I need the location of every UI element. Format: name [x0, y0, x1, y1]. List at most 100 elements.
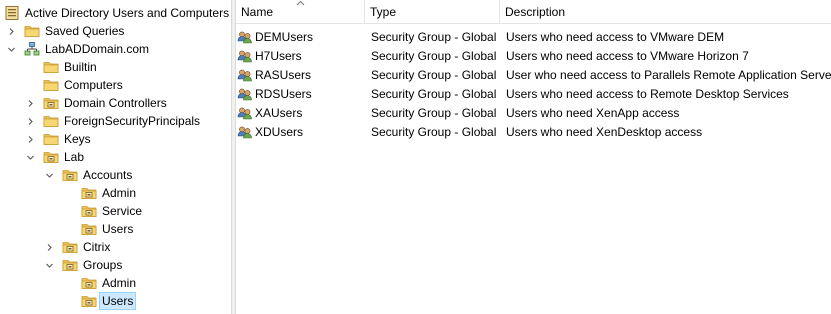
ou-icon: [81, 185, 97, 201]
tree-item-citrix[interactable]: Citrix: [62, 238, 112, 256]
tree-item-computers[interactable]: Computers: [43, 76, 125, 94]
group-name: XAUsers: [255, 106, 303, 120]
group-icon: [237, 87, 253, 103]
tree-item-label: Groups: [83, 258, 123, 272]
ou-icon: [43, 149, 59, 165]
ou-icon: [62, 167, 78, 183]
group-icon: [237, 106, 253, 122]
column-header-name-label: Name: [241, 5, 274, 19]
list-item[interactable]: RDSUsers Security Group - Global Users who…: [236, 85, 831, 104]
console-tree: Active Directory Users and Computers Sav…: [0, 0, 231, 314]
cell-description: User who need access to Parallels Remote…: [506, 68, 831, 82]
cell-type: Security Group - Global: [371, 49, 497, 63]
tree-item-label: Lab: [64, 150, 85, 164]
chevron-right-icon[interactable]: [26, 99, 35, 108]
cell-type: Security Group - Global: [371, 125, 497, 139]
chevron-right-icon[interactable]: [7, 27, 16, 36]
column-header-description[interactable]: Description: [500, 0, 831, 24]
tree-item-accounts-admin[interactable]: Admin: [81, 184, 138, 202]
tree-item-label: Users: [102, 222, 134, 236]
cell-type: Security Group - Global: [371, 106, 497, 120]
tree-item-label: Computers: [64, 78, 123, 92]
group-name: DEMUsers: [255, 30, 314, 44]
tree-item-label: Saved Queries: [45, 24, 125, 38]
sort-ascending-icon: [296, 0, 305, 6]
cell-description: Users who need access to Remote Desktop …: [506, 87, 789, 101]
cell-description: Users who need access to VMware Horizon …: [506, 49, 749, 63]
chevron-right-icon[interactable]: [45, 243, 54, 252]
folder-icon: [24, 23, 40, 39]
group-icon: [237, 68, 253, 84]
cell-name: XDUsers: [237, 123, 303, 142]
column-header-type[interactable]: Type: [365, 0, 500, 24]
tree-item-accounts-service[interactable]: Service: [81, 202, 144, 220]
cell-name: RASUsers: [237, 66, 311, 85]
group-icon: [237, 125, 253, 141]
tree-item-label: Domain Controllers: [64, 96, 167, 110]
tree-item-label: Citrix: [83, 240, 111, 254]
tree-item-label: Service: [102, 204, 143, 218]
chevron-down-icon[interactable]: [45, 261, 54, 270]
list-item[interactable]: DEMUsers Security Group - Global Users who…: [236, 28, 831, 47]
list-item[interactable]: H7Users Security Group - Global Users who …: [236, 47, 831, 66]
tree-item-domain-controllers[interactable]: Domain Controllers: [43, 94, 169, 112]
tree-item-label: ForeignSecurityPrincipals: [64, 114, 201, 128]
cell-type: Security Group - Global: [371, 30, 497, 44]
chevron-down-icon[interactable]: [26, 153, 35, 162]
details-list: Name Type Description DEMUsers Security G…: [236, 0, 831, 314]
tree-item-label: Admin: [102, 276, 137, 290]
group-name: H7Users: [255, 49, 302, 63]
cell-description: Users who need XenApp access: [506, 106, 680, 120]
group-icon: [237, 49, 253, 65]
tree-item-label: Admin: [102, 186, 137, 200]
ou-icon: [81, 221, 97, 237]
tree-item-domain[interactable]: LabADDomain.com: [24, 40, 151, 58]
ou-icon: [81, 203, 97, 219]
folder-icon: [43, 77, 59, 93]
chevron-right-icon[interactable]: [26, 135, 35, 144]
group-name: RASUsers: [255, 68, 312, 82]
folder-icon: [43, 131, 59, 147]
tree-item-fsp[interactable]: ForeignSecurityPrincipals: [43, 112, 202, 130]
ou-icon: [81, 293, 97, 309]
cell-description: Users who need access to VMware DEM: [506, 30, 725, 44]
chevron-down-icon[interactable]: [45, 171, 54, 180]
cell-description: Users who need XenDesktop access: [506, 125, 703, 139]
column-header-type-label: Type: [370, 5, 397, 19]
cell-type: Security Group - Global: [371, 87, 497, 101]
tree-item-label: Keys: [64, 132, 91, 146]
chevron-right-icon[interactable]: [26, 117, 35, 126]
chevron-down-icon[interactable]: [7, 45, 16, 54]
tree-item-lab[interactable]: Lab: [43, 148, 86, 166]
group-name: XDUsers: [255, 125, 304, 139]
cell-name: DEMUsers: [237, 28, 313, 47]
tree-item-accounts-users[interactable]: Users: [81, 220, 135, 238]
tree-root[interactable]: Active Directory Users and Computers: [4, 4, 231, 22]
cell-type: Security Group - Global: [371, 68, 497, 82]
group-name: RDSUsers: [255, 87, 312, 101]
list-item[interactable]: RASUsers Security Group - Global User who …: [236, 66, 831, 85]
list-item[interactable]: XAUsers Security Group - Global Users who …: [236, 104, 831, 123]
tree-item-builtin[interactable]: Builtin: [43, 58, 99, 76]
cell-name: RDSUsers: [237, 85, 312, 104]
tree-item-label: Builtin: [64, 60, 97, 74]
tree-item-groups[interactable]: Groups: [62, 256, 124, 274]
ou-icon: [62, 239, 78, 255]
ou-icon: [43, 95, 59, 111]
tree-item-label: Users: [98, 292, 137, 310]
tree-item-groups-users[interactable]: Users: [81, 292, 137, 310]
folder-icon: [43, 113, 59, 129]
list-header: Name Type Description: [236, 0, 831, 24]
list-item[interactable]: XDUsers Security Group - Global Users who …: [236, 123, 831, 142]
tree-item-label: LabADDomain.com: [45, 42, 150, 56]
tree-item-groups-admin[interactable]: Admin: [81, 274, 138, 292]
column-header-description-label: Description: [505, 5, 566, 19]
tree-item-saved-queries[interactable]: Saved Queries: [24, 22, 126, 40]
tree-item-label: Accounts: [83, 168, 133, 182]
ou-icon: [81, 275, 97, 291]
tree-item-keys[interactable]: Keys: [43, 130, 93, 148]
ou-icon: [62, 257, 78, 273]
group-icon: [237, 30, 253, 46]
domain-icon: [24, 41, 40, 57]
tree-item-accounts[interactable]: Accounts: [62, 166, 134, 184]
